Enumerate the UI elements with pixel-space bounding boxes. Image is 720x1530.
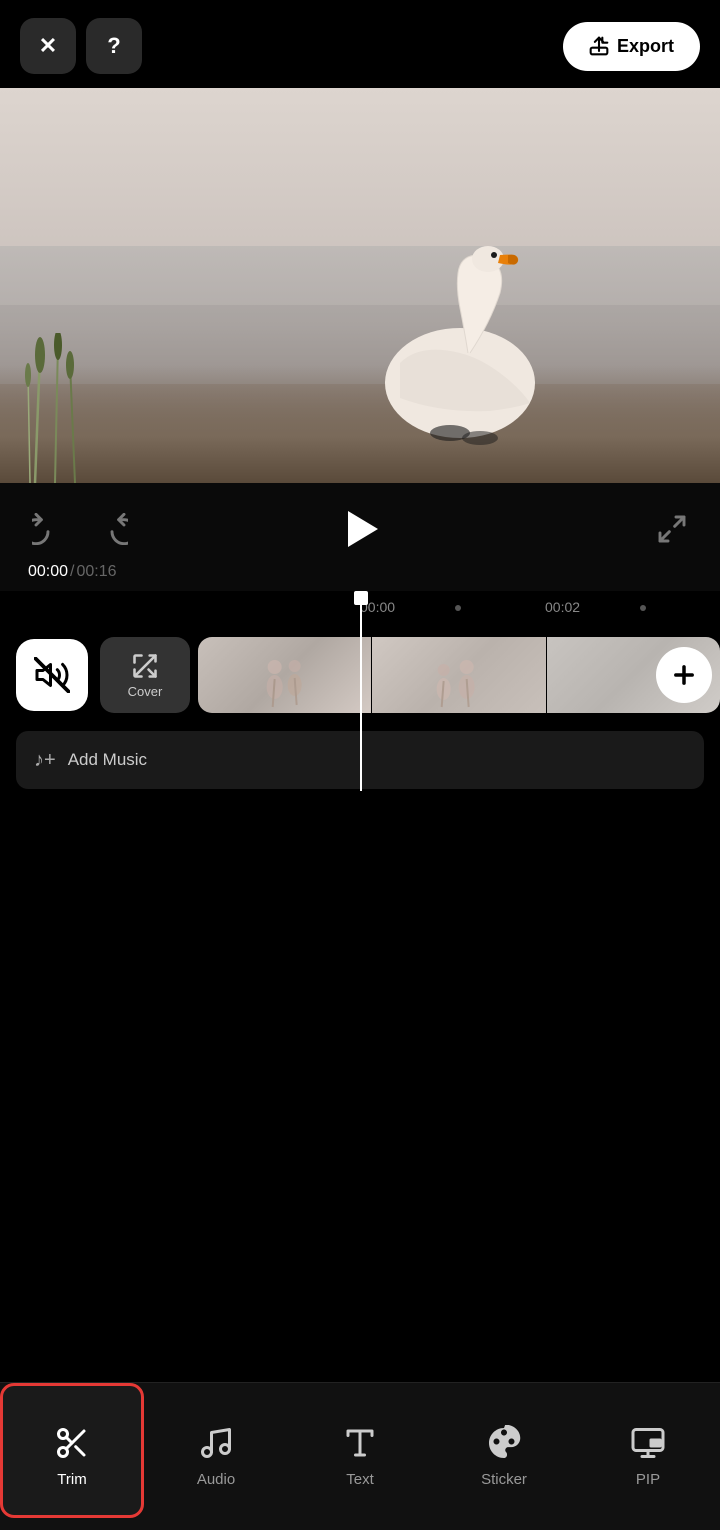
swan-image	[360, 233, 560, 453]
help-button[interactable]: ?	[86, 18, 142, 74]
time-total: 00:16	[77, 563, 117, 581]
redo-button[interactable]	[88, 505, 136, 553]
play-icon	[348, 511, 378, 547]
pip-icon	[630, 1421, 666, 1465]
play-button[interactable]	[334, 503, 386, 555]
nav-item-audio[interactable]: Audio	[144, 1383, 288, 1518]
video-preview	[0, 88, 720, 483]
middle-spacer	[0, 791, 720, 1388]
cover-label: Cover	[128, 684, 163, 699]
export-button[interactable]: Export	[563, 22, 700, 71]
top-bar-left: ✕ ?	[20, 18, 142, 74]
controls-area: 00:00 / 00:16	[0, 483, 720, 591]
plus-icon	[670, 661, 698, 689]
time-current: 00:00	[28, 563, 68, 581]
time-separator: /	[70, 563, 74, 581]
reeds-image	[20, 333, 100, 483]
nav-label-text: Text	[346, 1471, 374, 1488]
nav-item-trim[interactable]: Trim	[0, 1383, 144, 1518]
volume-button[interactable]	[16, 639, 88, 711]
bottom-nav: Trim Audio Text Sticker	[0, 1382, 720, 1530]
ruler-dot-3	[640, 605, 646, 611]
undo-button[interactable]	[24, 505, 72, 553]
close-button[interactable]: ✕	[20, 18, 76, 74]
music-note-icon: ♪+	[34, 749, 56, 772]
nav-item-text[interactable]: Text	[288, 1383, 432, 1518]
nav-label-trim: Trim	[57, 1471, 86, 1488]
volume-icon	[34, 657, 70, 693]
ruler-dot-1	[455, 605, 461, 611]
strip-frame-1	[198, 637, 372, 713]
trim-icon	[54, 1421, 90, 1465]
ruler-time-0: 00:00	[360, 599, 395, 615]
add-music-label: Add Music	[68, 750, 147, 770]
export-label: Export	[617, 36, 674, 57]
add-music-button[interactable]: ♪+ Add Music	[16, 731, 704, 789]
sticker-icon	[486, 1421, 522, 1465]
audio-icon	[198, 1421, 234, 1465]
timeline-container: 00:00 00:02 Cover	[0, 591, 720, 791]
nav-item-pip[interactable]: PIP	[576, 1383, 720, 1518]
time-display: 00:00 / 00:16	[24, 563, 696, 581]
strip-frame-2	[372, 637, 546, 713]
playback-controls	[24, 503, 696, 555]
video-strip[interactable]	[198, 637, 720, 713]
nav-label-pip: PIP	[636, 1471, 660, 1488]
fullscreen-icon	[656, 513, 688, 545]
nav-label-sticker: Sticker	[481, 1471, 527, 1488]
redo-icon	[96, 513, 128, 545]
top-bar: ✕ ? Export	[0, 0, 720, 88]
cover-icon	[131, 652, 159, 680]
add-clip-button[interactable]	[656, 647, 712, 703]
nav-label-audio: Audio	[197, 1471, 235, 1488]
export-icon	[589, 36, 609, 56]
ruler-time-2: 00:02	[545, 599, 580, 615]
nav-item-sticker[interactable]: Sticker	[432, 1383, 576, 1518]
cover-button[interactable]: Cover	[100, 637, 190, 713]
fullscreen-button[interactable]	[648, 505, 696, 553]
text-icon	[342, 1421, 378, 1465]
undo-icon	[32, 513, 64, 545]
